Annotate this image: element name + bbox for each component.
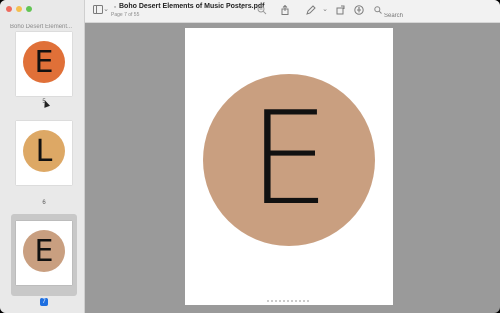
- page-thumbnail-6[interactable]: L: [16, 121, 72, 185]
- letter-circle: E: [203, 74, 375, 246]
- markup-pen-icon[interactable]: [306, 5, 316, 15]
- thumbnail-circle: E: [23, 41, 65, 83]
- toolbar: ⌄ ▫ Boho Desert Elements of Music Poster…: [85, 0, 500, 23]
- sidebar-document-title: Boho Desert Element...: [10, 24, 73, 30]
- zoom-button[interactable]: [26, 6, 32, 12]
- zoom-out-icon[interactable]: [257, 5, 267, 15]
- window-controls: [6, 6, 32, 12]
- pdf-page: E: [185, 28, 393, 305]
- share-icon[interactable]: [280, 4, 290, 15]
- preview-window: Boho Desert Element... E 5 L 6 E 7 ⌄ ▫ B…: [0, 0, 500, 313]
- close-button[interactable]: [6, 6, 12, 12]
- search-icon: [374, 6, 382, 16]
- page-info: Page 7 of 55: [111, 12, 140, 18]
- page-thumbnail-7[interactable]: E: [16, 221, 72, 285]
- page-thumbnail-5[interactable]: E: [16, 32, 72, 96]
- chevron-down-icon[interactable]: ⌄: [237, 2, 247, 12]
- thumbnail-circle: L: [23, 130, 65, 172]
- search-field[interactable]: [372, 4, 496, 23]
- page-footer-text: [267, 300, 311, 302]
- search-input[interactable]: [372, 9, 496, 23]
- thumbnail-sidebar: Boho Desert Element... E 5 L 6 E 7: [0, 0, 85, 313]
- minimize-button[interactable]: [16, 6, 22, 12]
- accessibility-icon[interactable]: [354, 5, 364, 15]
- thumbnail-page-number: 6: [42, 200, 46, 206]
- thumbnail-circle: E: [23, 230, 65, 272]
- rotate-icon[interactable]: [336, 5, 346, 15]
- poster-letter: E: [248, 85, 330, 234]
- chevron-down-icon[interactable]: ⌄: [320, 5, 330, 15]
- selected-page-number: 7: [40, 298, 48, 306]
